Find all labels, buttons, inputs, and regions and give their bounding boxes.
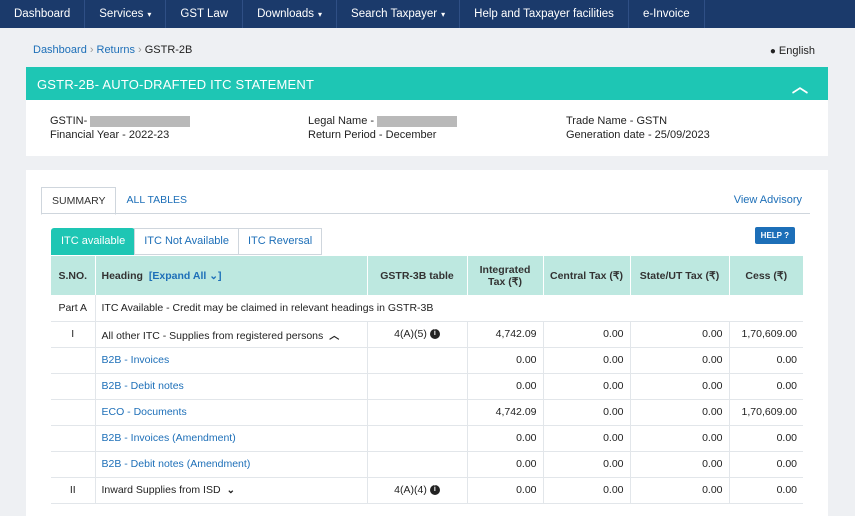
trade-name: Trade Name - GSTN <box>566 115 668 127</box>
info-column-middle: Legal Name - Return Period - December <box>308 114 458 142</box>
col-central-tax: Central Tax (₹) <box>543 256 631 295</box>
caret-down-icon: ▾ <box>318 10 323 19</box>
help-button[interactable]: HELP ? <box>754 227 795 244</box>
breadcrumb-current: GSTR-2B <box>144 44 193 56</box>
globe-icon: ● <box>769 46 776 57</box>
chevron-up-icon[interactable]: ︿ <box>792 73 808 97</box>
subtab-itc-available[interactable]: ITC available <box>51 228 136 255</box>
question-icon: ? <box>784 231 789 240</box>
subtab-itc-not-available[interactable]: ITC Not Available <box>134 228 239 255</box>
col-sno: S.NO. <box>51 256 96 295</box>
top-navigation: Dashboard Services ▾ GST Law Downloads ▾ S… <box>0 0 855 28</box>
info-icon[interactable]: i <box>429 485 440 496</box>
chevron-down-icon[interactable]: ⌄ <box>227 485 235 496</box>
nav-downloads[interactable]: Downloads ▾ <box>243 0 338 28</box>
tab-divider <box>41 213 810 214</box>
financial-year: Financial Year - 2022-23 <box>50 129 170 141</box>
eco-documents-link[interactable]: ECO - Documents <box>95 399 368 426</box>
page-title: GSTR-2B- AUTO-DRAFTED ITC STATEMENT <box>37 77 315 92</box>
breadcrumb-separator: › <box>138 44 142 56</box>
return-period: Return Period - December <box>308 129 437 141</box>
col-heading: Heading [Expand All ⌄] <box>95 256 368 295</box>
generation-date: Generation date - 25/09/2023 <box>566 129 710 141</box>
nav-e-invoice[interactable]: e-Invoice <box>629 0 705 28</box>
breadcrumb: Dashboard › Returns › GSTR-2B <box>33 44 192 56</box>
info-column-right: Trade Name - GSTN Generation date - 25/0… <box>566 114 710 142</box>
table-row: B2B - Debit notes (Amendment) 0.00 0.00 … <box>51 451 803 478</box>
info-icon[interactable]: i <box>429 329 440 340</box>
legal-name-label: Legal Name - <box>308 115 375 127</box>
chevron-down-icon: ⌄ <box>209 269 219 282</box>
subtab-itc-reversal[interactable]: ITC Reversal <box>238 228 323 255</box>
info-column-left: GSTIN- Financial Year - 2022-23 <box>50 114 191 142</box>
col-cess: Cess (₹) <box>729 256 803 295</box>
b2b-invoices-link[interactable]: B2B - Invoices <box>95 347 368 374</box>
nav-dashboard[interactable]: Dashboard <box>0 0 86 28</box>
table-row: B2B - Debit notes 0.00 0.00 0.00 0.00 <box>51 373 803 400</box>
nav-help-facilities[interactable]: Help and Taxpayer facilities <box>460 0 629 28</box>
redacted-gstin <box>90 115 191 127</box>
table-row: ECO - Documents 4,742.09 0.00 0.00 1,70,… <box>51 399 803 426</box>
gstin-label: GSTIN- <box>50 115 88 127</box>
table-row: II Inward Supplies from ISD ⌄ 4(A)(4) i 0.… <box>51 477 803 504</box>
itc-table: S.NO. Heading [Expand All ⌄] GSTR-3B tabl… <box>51 256 803 504</box>
summary-card: SUMMARY ALL TABLES View Advisory ITC ava… <box>26 170 828 516</box>
part-a-row: Part A ITC Available - Credit may be cla… <box>51 295 803 322</box>
chevron-up-icon[interactable]: ︿ <box>329 331 339 342</box>
table-row: B2B - Invoices (Amendment) 0.00 0.00 0.0… <box>51 425 803 452</box>
breadcrumb-dashboard[interactable]: Dashboard <box>33 44 87 56</box>
table-row: B2B - Invoices 0.00 0.00 0.00 0.00 <box>51 347 803 374</box>
tab-summary[interactable]: SUMMARY <box>41 187 117 215</box>
nav-search-taxpayer[interactable]: Search Taxpayer ▾ <box>337 0 461 28</box>
col-integrated-tax: Integrated Tax (₹) <box>467 256 544 295</box>
statement-banner: GSTR-2B- AUTO-DRAFTED ITC STATEMENT ︿ <box>26 67 828 100</box>
col-state-ut-tax: State/UT Tax (₹) <box>630 256 730 295</box>
language-selector[interactable]: ● English <box>770 45 815 57</box>
breadcrumb-returns[interactable]: Returns <box>97 44 136 56</box>
breadcrumb-separator: › <box>89 44 94 56</box>
table-header-row: S.NO. Heading [Expand All ⌄] GSTR-3B tabl… <box>51 256 803 295</box>
itc-subtabs: ITC available ITC Not Available ITC Reve… <box>51 228 323 255</box>
nav-gst-law[interactable]: GST Law <box>166 0 244 28</box>
col-gstr3b-table: GSTR-3B table <box>367 256 468 295</box>
b2b-invoices-amendment-link[interactable]: B2B - Invoices (Amendment) <box>95 425 368 452</box>
expand-all-button[interactable]: [Expand All ⌄] <box>149 270 222 282</box>
b2b-debit-notes-amendment-link[interactable]: B2B - Debit notes (Amendment) <box>95 451 368 478</box>
taxpayer-info-card: GSTIN- Financial Year - 2022-23 Legal Na… <box>26 100 828 156</box>
caret-down-icon: ▾ <box>441 10 446 19</box>
view-tabs: SUMMARY ALL TABLES <box>41 187 197 215</box>
redacted-legal-name <box>377 115 458 127</box>
table-row: I All other ITC - Supplies from register… <box>51 321 803 348</box>
b2b-debit-notes-link[interactable]: B2B - Debit notes <box>95 373 368 400</box>
view-advisory-link[interactable]: View Advisory <box>734 194 802 206</box>
caret-down-icon: ▾ <box>147 10 152 19</box>
nav-services[interactable]: Services ▾ <box>85 0 167 28</box>
tab-all-tables[interactable]: ALL TABLES <box>116 187 197 215</box>
